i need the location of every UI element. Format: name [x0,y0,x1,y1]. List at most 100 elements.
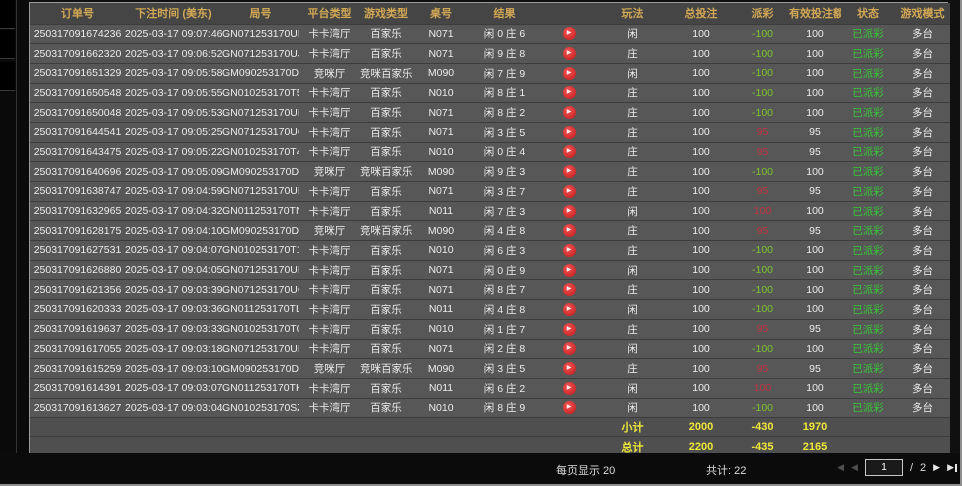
cell-round: GN010253170T4 [222,142,299,162]
cell-replay: ▶ [539,280,599,300]
table-row: 2503170916275312025-03-17 09:04:07GN0102… [30,241,950,261]
replay-play-icon[interactable]: ▶ [563,382,576,395]
cell-valid: 95 [789,359,841,379]
replay-play-icon[interactable]: ▶ [563,303,576,316]
replay-play-icon[interactable]: ▶ [563,283,576,296]
cell-bet: 100 [666,142,736,162]
replay-play-icon[interactable]: ▶ [563,342,576,355]
cell-gametype: 百家乐 [360,201,412,221]
cell-round: GM090253170DH [222,359,299,379]
replay-play-icon[interactable]: ▶ [563,126,576,139]
window-divider-line [16,0,17,486]
cell-valid: 100 [789,83,841,103]
replay-play-icon[interactable]: ▶ [563,205,576,218]
cell-mode: 多台 [895,103,950,123]
cell-result: 闲 6 庄 2 [470,378,539,398]
cell-result: 闲 3 庄 5 [470,359,539,379]
replay-play-icon[interactable]: ▶ [563,47,576,60]
cell-payout: -100 [736,44,789,64]
page-separator: / [910,462,913,474]
replay-play-icon[interactable]: ▶ [563,145,576,158]
cell-time: 2025-03-17 09:05:53 [125,103,222,123]
cell-order: 250317091627531 [30,241,125,261]
cell-order: 250317091620333 [30,300,125,320]
column-header-payout: 派彩 [736,3,789,24]
cell-replay: ▶ [539,182,599,202]
cell-replay: ▶ [539,339,599,359]
replay-play-icon[interactable]: ▶ [563,224,576,237]
cell-bet: 100 [666,182,736,202]
cell-mode: 多台 [895,339,950,359]
cell-play: 庄 [599,122,666,142]
cell-payout: -100 [736,83,789,103]
cell-replay: ▶ [539,103,599,123]
cell-play: 闲 [599,24,666,44]
per-page-label: 每页显示 20 [556,462,615,478]
cell-time: 2025-03-17 09:03:33 [125,319,222,339]
cell-mode: 多台 [895,319,950,339]
cell-status: 已派彩 [841,63,895,83]
replay-play-icon[interactable]: ▶ [563,362,576,375]
replay-play-icon[interactable]: ▶ [563,401,576,414]
cell-platform: 卡卡湾厅 [299,241,360,261]
cell-valid: 95 [789,182,841,202]
pagination-bar: 每页显示 20 共计: 22 ◀ ◀ / 2 ▶ ▶ [0,453,962,484]
cell-round: GN071253170UC [222,280,299,300]
column-header-result: 结果 [470,3,539,24]
cell-bet: 100 [666,122,736,142]
replay-play-icon[interactable]: ▶ [563,67,576,80]
cell-tableno: M090 [412,359,470,379]
replay-play-icon[interactable]: ▶ [563,323,576,336]
cell-tableno: M090 [412,162,470,182]
cell-play: 庄 [599,142,666,162]
cell-order: 250317091638747 [30,182,125,202]
cell-play: 庄 [599,241,666,261]
cell-result: 闲 3 庄 5 [470,122,539,142]
cell-round: GN010253170SZ [222,398,299,418]
cell-order: 250317091651329 [30,63,125,83]
replay-play-icon[interactable]: ▶ [563,27,576,40]
page-number-input[interactable] [865,459,903,476]
cell-play: 庄 [599,103,666,123]
cell-time: 2025-03-17 09:05:55 [125,83,222,103]
background-window-fragment [0,0,15,29]
cell-mode: 多台 [895,63,950,83]
replay-play-icon[interactable]: ▶ [563,244,576,257]
cell-payout: 95 [736,182,789,202]
first-page-button[interactable]: ◀ [837,459,844,476]
cell-platform: 竞咪厅 [299,221,360,241]
cell-mode: 多台 [895,300,950,320]
table-row: 2503170916445412025-03-17 09:05:25GN0712… [30,122,950,142]
replay-play-icon[interactable]: ▶ [563,264,576,277]
cell-payout: 95 [736,359,789,379]
cell-replay: ▶ [539,378,599,398]
cell-mode: 多台 [895,359,950,379]
last-page-button[interactable]: ▶ [947,459,957,476]
cell-time: 2025-03-17 09:05:58 [125,63,222,83]
cell-gametype: 竞咪百家乐 [360,359,412,379]
table-row: 2503170916623202025-03-17 09:06:52GN0712… [30,44,950,64]
cell-platform: 卡卡湾厅 [299,142,360,162]
replay-play-icon[interactable]: ▶ [563,185,576,198]
next-page-button[interactable]: ▶ [933,459,940,476]
replay-play-icon[interactable]: ▶ [563,106,576,119]
cell-mode: 多台 [895,260,950,280]
cell-bet: 100 [666,339,736,359]
cell-result: 闲 7 庄 3 [470,201,539,221]
subtotal-valid: 1970 [789,418,841,437]
column-header-status: 状态 [841,3,895,24]
cell-mode: 多台 [895,201,950,221]
cell-replay: ▶ [539,221,599,241]
cell-bet: 100 [666,44,736,64]
replay-play-icon[interactable]: ▶ [563,86,576,99]
cell-valid: 100 [789,201,841,221]
replay-play-icon[interactable]: ▶ [563,165,576,178]
cell-tableno: N011 [412,378,470,398]
column-header-order: 订单号 [30,3,125,24]
cell-tableno: M090 [412,221,470,241]
cell-mode: 多台 [895,280,950,300]
cell-play: 庄 [599,280,666,300]
cell-valid: 95 [789,122,841,142]
prev-page-button[interactable]: ◀ [851,459,858,476]
cell-replay: ▶ [539,300,599,320]
